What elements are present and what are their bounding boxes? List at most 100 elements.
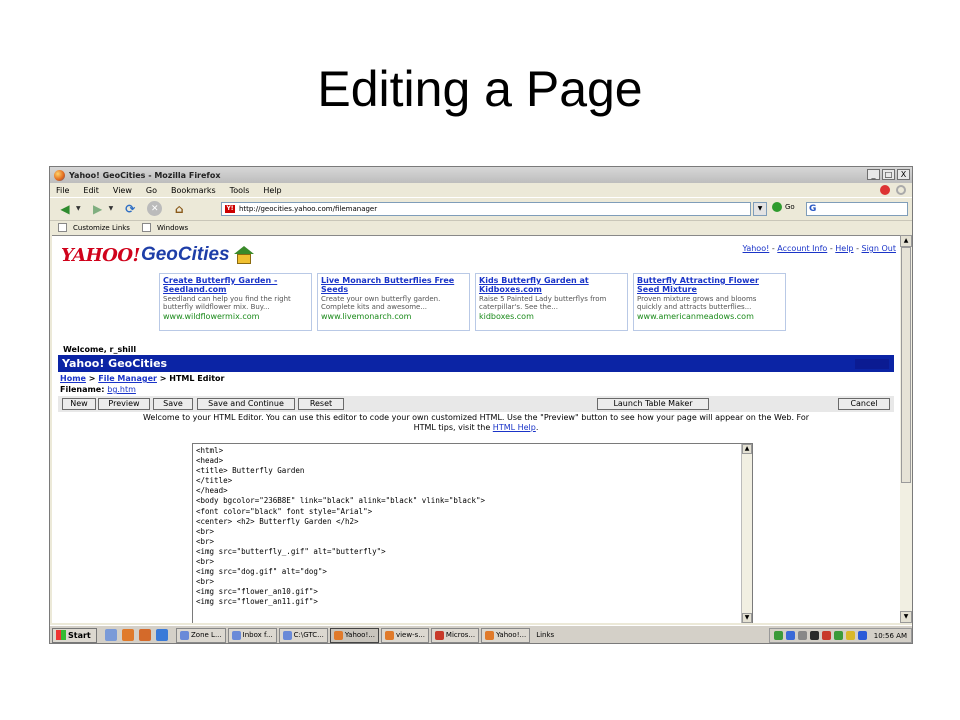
new-button[interactable]: New: [62, 398, 96, 410]
menu-view[interactable]: View: [113, 186, 132, 195]
system-tray: 10:56 AM: [768, 628, 912, 643]
go-label: Go: [785, 203, 795, 211]
page-scrollbar[interactable]: ▲ ▼: [900, 235, 912, 623]
task-button[interactable]: Inbox f...: [227, 627, 277, 643]
task-label: Micros...: [445, 631, 476, 639]
ad-box[interactable]: Butterfly Attracting Flower Seed Mixture…: [633, 273, 786, 331]
html-help-link[interactable]: HTML Help: [493, 423, 536, 432]
ad-title[interactable]: Create Butterfly Garden - Seedland.com: [163, 276, 308, 294]
info-icon[interactable]: [857, 631, 867, 640]
task-button[interactable]: Zone L...: [176, 627, 226, 643]
tray-icon[interactable]: [833, 631, 843, 640]
save-and-continue-button[interactable]: Save and Continue: [197, 398, 295, 410]
menu-help[interactable]: Help: [263, 186, 281, 195]
cancel-button[interactable]: Cancel: [838, 398, 890, 410]
filename-label: Filename:: [60, 385, 105, 394]
scroll-up-icon[interactable]: ▲: [900, 235, 912, 247]
task-button[interactable]: view-s...: [380, 627, 429, 643]
stop-loading-icon[interactable]: [880, 185, 890, 195]
ad-url[interactable]: www.livemonarch.com: [321, 312, 466, 322]
ad-title[interactable]: Kids Butterfly Garden at Kidboxes.com: [479, 276, 624, 294]
ad-url[interactable]: www.americanmeadows.com: [637, 312, 782, 322]
launch-table-maker-button[interactable]: Launch Table Maker: [597, 398, 709, 410]
tray-icon[interactable]: [845, 631, 855, 640]
stop-icon[interactable]: ✕: [147, 201, 163, 216]
ad-url[interactable]: www.wildflowermix.com: [163, 312, 308, 322]
forward-dropdown-icon[interactable]: ▼: [109, 205, 114, 212]
tray-icon[interactable]: [797, 631, 807, 640]
app-icon: [434, 630, 444, 640]
ad-title[interactable]: Live Monarch Butterflies Free Seeds: [321, 276, 466, 294]
link-help[interactable]: Help: [835, 244, 853, 253]
tray-icon[interactable]: [821, 631, 831, 640]
browser-window: Yahoo! GeoCities - Mozilla Firefox _ □ X…: [49, 166, 913, 644]
ad-box[interactable]: Create Butterfly Garden - Seedland.com S…: [159, 273, 312, 331]
bookmark-customize-links[interactable]: Customize Links: [73, 224, 130, 232]
links-toolbar-label[interactable]: Links: [536, 631, 554, 639]
close-button[interactable]: X: [897, 169, 910, 180]
preview-button[interactable]: Preview: [98, 398, 150, 410]
task-button-active[interactable]: Yahoo!...: [329, 627, 379, 643]
ad-box[interactable]: Live Monarch Butterflies Free Seeds Crea…: [317, 273, 470, 331]
go-button[interactable]: Go: [772, 202, 795, 212]
start-button[interactable]: Start: [52, 627, 97, 643]
tray-icon[interactable]: [809, 631, 819, 640]
task-button[interactable]: Micros...: [430, 627, 480, 643]
show-desktop-icon[interactable]: [105, 629, 117, 641]
scrollbar-thumb[interactable]: [901, 247, 911, 483]
address-url[interactable]: http://geocities.yahoo.com/filemanager: [239, 205, 377, 213]
ad-description: Create your own butterfly garden. Comple…: [321, 295, 441, 311]
firefox-icon[interactable]: [122, 629, 134, 641]
firefox-icon: [54, 169, 65, 181]
link-sign-out[interactable]: Sign Out: [862, 244, 897, 253]
menu-go[interactable]: Go: [146, 186, 157, 195]
save-button[interactable]: Save: [153, 398, 193, 410]
clock: 10:56 AM: [873, 631, 907, 640]
sponsored-ads: Create Butterfly Garden - Seedland.com S…: [159, 273, 786, 331]
menu-file[interactable]: File: [56, 186, 69, 195]
menu-edit[interactable]: Edit: [83, 186, 99, 195]
taskbar-tasks: Zone L... Inbox f... C:\GTC... Yahoo!...…: [176, 627, 531, 643]
breadcrumb-home[interactable]: Home: [60, 374, 86, 383]
start-label: Start: [68, 630, 91, 640]
app-icon: [180, 630, 189, 640]
editor-scrollbar[interactable]: ▲ ▼: [741, 444, 752, 623]
reset-button[interactable]: Reset: [298, 398, 344, 410]
browser-icon[interactable]: [139, 629, 151, 641]
house-icon: [233, 246, 255, 264]
address-bar[interactable]: Y! http://geocities.yahoo.com/filemanage…: [221, 202, 751, 216]
scroll-down-icon[interactable]: ▼: [742, 613, 752, 623]
menu-bookmarks[interactable]: Bookmarks: [171, 186, 216, 195]
filename-row: Filename: bg.htm: [60, 385, 136, 394]
back-dropdown-icon[interactable]: ▼: [76, 205, 81, 212]
link-account-info[interactable]: Account Info: [777, 244, 827, 253]
home-icon[interactable]: ⌂: [170, 201, 188, 217]
window-titlebar[interactable]: Yahoo! GeoCities - Mozilla Firefox _ □ X: [50, 167, 912, 183]
ad-url[interactable]: kidboxes.com: [479, 312, 624, 322]
internet-explorer-icon[interactable]: [156, 629, 168, 641]
forward-arrow-icon[interactable]: ▶: [89, 201, 107, 217]
html-editor-textarea[interactable]: <html> <head> <title> Butterfly Garden <…: [192, 443, 753, 623]
tray-icon[interactable]: [773, 631, 783, 640]
reload-icon[interactable]: ⟳: [121, 201, 139, 217]
maximize-button[interactable]: □: [882, 169, 895, 180]
task-button[interactable]: Yahoo!...: [481, 627, 531, 643]
ad-title[interactable]: Butterfly Attracting Flower Seed Mixture: [637, 276, 782, 294]
ad-box[interactable]: Kids Butterfly Garden at Kidboxes.com Ra…: [475, 273, 628, 331]
search-input[interactable]: G: [806, 202, 908, 216]
task-button[interactable]: C:\GTC...: [278, 627, 328, 643]
scroll-up-icon[interactable]: ▲: [742, 444, 752, 454]
breadcrumb-file-manager[interactable]: File Manager: [98, 374, 157, 383]
address-dropdown-icon[interactable]: ▼: [753, 202, 767, 216]
scroll-down-icon[interactable]: ▼: [900, 611, 912, 623]
tray-icon[interactable]: [785, 631, 795, 640]
bookmark-page-icon: [58, 223, 67, 232]
filename-link[interactable]: bg.htm: [107, 385, 136, 394]
link-yahoo[interactable]: Yahoo!: [743, 244, 770, 253]
editor-code[interactable]: <html> <head> <title> Butterfly Garden <…: [196, 446, 485, 608]
minimize-button[interactable]: _: [867, 169, 880, 180]
yahoo-geocities-logo[interactable]: YAHOO! GeoCities: [61, 244, 255, 266]
menu-tools[interactable]: Tools: [230, 186, 250, 195]
back-arrow-icon[interactable]: ◀: [56, 201, 74, 217]
bookmark-windows[interactable]: Windows: [157, 224, 188, 232]
